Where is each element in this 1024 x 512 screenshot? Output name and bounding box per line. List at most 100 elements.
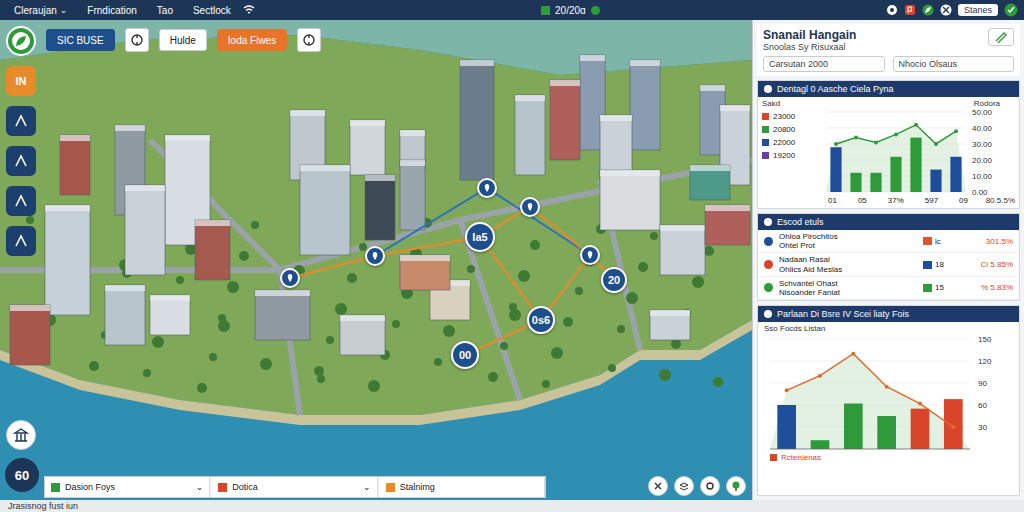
chart-bar[interactable] xyxy=(930,170,941,192)
menu-item[interactable]: Tao xyxy=(149,5,181,16)
chart-point[interactable] xyxy=(894,132,898,136)
dropdown[interactable]: Dotica ⌄ xyxy=(212,477,377,497)
chart-bar[interactable] xyxy=(890,157,901,192)
chevron-icon: ⌄ xyxy=(60,5,68,15)
chart-point[interactable] xyxy=(934,142,938,146)
map-marker[interactable] xyxy=(580,245,600,265)
tool-button[interactable]: IN xyxy=(6,66,36,96)
close-icon[interactable] xyxy=(648,476,668,496)
tool-button[interactable]: SIC BUSE xyxy=(46,29,115,51)
home-button[interactable] xyxy=(6,420,36,450)
y-tick: 150 xyxy=(978,335,992,344)
chart-point[interactable] xyxy=(785,388,789,392)
dropdown[interactable]: Stalnimg xyxy=(380,477,545,497)
text-field[interactable]: Nhocio Olsaus xyxy=(893,56,1015,72)
notification-icon[interactable] xyxy=(886,4,898,16)
leaf-icon[interactable] xyxy=(922,4,934,16)
map-marker[interactable] xyxy=(520,197,540,217)
menu-item[interactable]: Sectlock xyxy=(185,5,239,16)
chart-bar[interactable] xyxy=(950,157,961,192)
chart-bar[interactable] xyxy=(777,405,796,449)
x-tick: 597 xyxy=(925,196,938,205)
y-tick: 120 xyxy=(978,357,992,366)
chart-bar[interactable] xyxy=(911,409,930,449)
chart-point[interactable] xyxy=(834,142,838,146)
table-card: Escod etuls Ohloa Pirochitos Ohtel Prot … xyxy=(757,213,1020,301)
map-marker[interactable] xyxy=(365,246,385,266)
chart-point[interactable] xyxy=(918,402,922,406)
map-marker[interactable] xyxy=(280,268,300,288)
chart-point[interactable] xyxy=(818,374,822,378)
row-name: Nadaan Rasal xyxy=(779,255,917,264)
legend-item: 19200 xyxy=(762,151,818,160)
text-field[interactable]: Carsutan 2000 xyxy=(763,56,885,72)
chart-point[interactable] xyxy=(954,129,958,133)
city-map[interactable]: Ia5200s600 SIC BUSEHuldeIoda Fiwes IN 60… xyxy=(0,20,752,500)
menu-item[interactable]: Frndication xyxy=(79,5,144,16)
chart-point[interactable] xyxy=(885,385,889,389)
check-icon[interactable] xyxy=(1004,3,1018,17)
chevron-icon: ⌄ xyxy=(196,482,204,492)
edit-button[interactable] xyxy=(988,28,1014,46)
chart-point[interactable] xyxy=(951,425,955,429)
menu-bar: Cleraujan⌄ Frndication Tao Sectlock xyxy=(6,4,255,16)
table-row[interactable]: Ohloa Pirochitos Ohtel Prot lc 301.5% xyxy=(758,230,1019,253)
tools-icon[interactable] xyxy=(940,4,952,16)
table-row[interactable]: Schvantel Ohast Nisoander Faniat 15 % 5.… xyxy=(758,277,1019,300)
chart-bar[interactable] xyxy=(850,173,861,192)
chart-bar[interactable] xyxy=(844,404,863,449)
date-text: 20/20ɑ xyxy=(555,5,586,16)
chart-total: 80.5.5% xyxy=(986,196,1015,205)
chart-point[interactable] xyxy=(854,136,858,140)
map-marker[interactable] xyxy=(477,178,497,198)
tool-button[interactable] xyxy=(6,186,36,216)
settings-icon[interactable] xyxy=(700,476,720,496)
chart-point[interactable] xyxy=(914,123,918,127)
y-tick: 10.00 xyxy=(972,172,993,181)
map-marker[interactable]: 00 xyxy=(451,341,479,369)
category-icon xyxy=(51,483,60,492)
tree-icon[interactable] xyxy=(726,476,746,496)
dropdown[interactable]: Dasion Foys ⌄ xyxy=(45,477,210,497)
tool-button[interactable] xyxy=(297,28,321,52)
tool-button[interactable] xyxy=(6,146,36,176)
network-icon[interactable] xyxy=(243,4,255,16)
chart-point[interactable] xyxy=(851,352,855,356)
y-tick: 50.00 xyxy=(972,108,993,117)
chart-legend: Sakd 23000208002200019200 xyxy=(762,99,818,196)
chart-bar[interactable] xyxy=(910,138,921,192)
tool-button[interactable] xyxy=(6,226,36,256)
flag-icon[interactable] xyxy=(904,4,916,16)
table-row[interactable]: Nadaan Rasal Ohlics Aid Meslas 18 Ci 5.8… xyxy=(758,253,1019,276)
y-tick: 20.00 xyxy=(972,156,993,165)
user-button[interactable]: Stanes xyxy=(958,4,998,16)
chart-bar[interactable] xyxy=(944,399,963,449)
tool-button[interactable] xyxy=(6,106,36,136)
tool-button[interactable]: Hulde xyxy=(159,29,207,51)
layers-icon[interactable] xyxy=(674,476,694,496)
chart-legend: Rctenlenas xyxy=(758,453,1019,464)
x-tick: 05 xyxy=(858,196,867,205)
chart-point[interactable] xyxy=(874,140,878,144)
menu-item[interactable]: Cleraujan⌄ xyxy=(6,5,75,16)
chart-card: Dentagl 0 Aasche Ciela Pyna Sakd 2300020… xyxy=(757,80,1020,209)
chart-bar[interactable] xyxy=(811,440,830,449)
chart-icon xyxy=(764,85,772,93)
map-actions xyxy=(648,476,746,496)
tool-button[interactable] xyxy=(125,28,149,52)
card-header: Parlaan Di Bsre IV Scei liaty Fois xyxy=(758,306,1019,322)
chart-bar[interactable] xyxy=(870,173,881,192)
map-marker[interactable]: 20 xyxy=(601,267,627,293)
x-tick: 09 xyxy=(959,196,968,205)
chart-bar[interactable] xyxy=(877,416,896,449)
map-marker[interactable]: Ia5 xyxy=(465,222,495,252)
panel-title: Snanail Hangain xyxy=(763,28,856,42)
tool-button[interactable]: Ioda Fiwes xyxy=(217,29,287,51)
chart-bar[interactable] xyxy=(830,147,841,192)
pin-icon xyxy=(370,251,380,261)
left-toolbar: IN xyxy=(6,26,36,256)
tool-button[interactable] xyxy=(6,26,36,56)
map-marker[interactable]: 0s6 xyxy=(527,306,555,334)
calendar-icon xyxy=(541,6,550,15)
chart-line xyxy=(836,125,956,144)
